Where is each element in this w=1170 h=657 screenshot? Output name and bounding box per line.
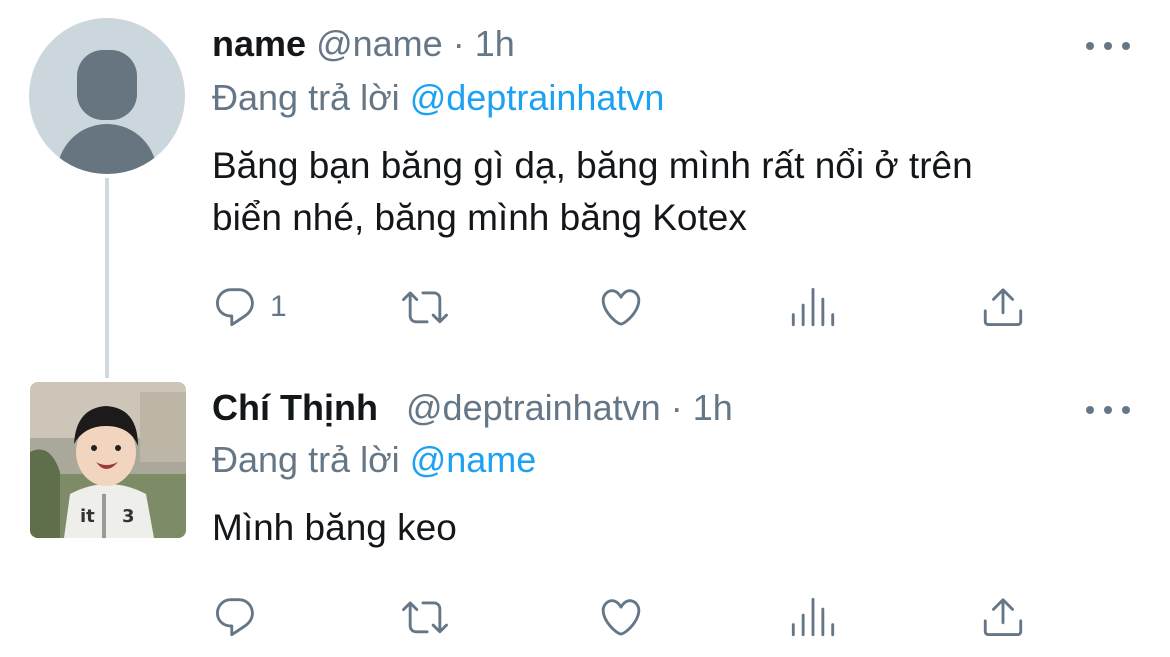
- avatar-head-shape: [77, 50, 137, 120]
- timestamp[interactable]: 1h: [693, 387, 733, 428]
- display-name[interactable]: Chí Thịnh: [212, 387, 378, 428]
- reply-icon: [216, 288, 254, 327]
- retweet-icon: [402, 291, 448, 324]
- replying-to-label: Đang trả lời: [212, 439, 400, 480]
- user-handle[interactable]: @name: [316, 23, 443, 64]
- like-button[interactable]: [598, 592, 644, 642]
- like-icon: [601, 289, 641, 326]
- display-name[interactable]: name: [212, 23, 306, 64]
- analytics-icon: [791, 597, 835, 637]
- reply-button[interactable]: 1: [212, 282, 287, 332]
- like-icon: [601, 599, 641, 636]
- reply-icon: [216, 598, 254, 637]
- tweet-actions: [212, 592, 1112, 642]
- share-button[interactable]: [980, 282, 1026, 332]
- child-photo-illustration: it 3: [30, 382, 186, 538]
- reply-count: 1: [270, 290, 287, 323]
- avatar-body-shape: [57, 124, 157, 174]
- more-icon[interactable]: [1086, 398, 1130, 422]
- share-button[interactable]: [980, 592, 1026, 642]
- timestamp[interactable]: 1h: [475, 23, 515, 64]
- separator-dot: ·: [670, 387, 683, 428]
- user-handle[interactable]: @deptrainhatvn: [406, 387, 661, 428]
- tweet-text-line: biển nhé, băng mình băng Kotex: [212, 197, 747, 238]
- retweet-button[interactable]: [402, 282, 448, 332]
- retweet-button[interactable]: [402, 592, 448, 642]
- reply-mention-link[interactable]: @deptrainhatvn: [410, 77, 665, 118]
- more-icon[interactable]: [1086, 34, 1130, 58]
- tweet-text: Mình băng keo: [212, 502, 1142, 554]
- tweet-text-line: Băng bạn băng gì dạ, băng mình rất nổi ở…: [212, 145, 973, 186]
- replying-to: Đang trả lời @name: [212, 438, 536, 482]
- share-icon: [983, 598, 1023, 637]
- reply-button[interactable]: [212, 592, 258, 642]
- tweet[interactable]: it 3 Chí Thịnh @deptrainhatvn · 1h Đang …: [0, 370, 1170, 657]
- separator-dot: ·: [452, 23, 465, 64]
- default-avatar-icon[interactable]: [29, 18, 185, 174]
- share-icon: [983, 288, 1023, 327]
- reply-mention-link[interactable]: @name: [410, 439, 537, 480]
- tweet-thread: name @name · 1h Đang trả lời @deptrainha…: [0, 0, 1170, 657]
- like-button[interactable]: [598, 282, 644, 332]
- tweet-header: name @name · 1h: [212, 22, 515, 66]
- analytics-icon: [791, 287, 835, 327]
- analytics-button[interactable]: [790, 592, 836, 642]
- analytics-button[interactable]: [790, 282, 836, 332]
- retweet-icon: [402, 601, 448, 634]
- tweet-text-line: Mình băng keo: [212, 507, 457, 548]
- tweet[interactable]: name @name · 1h Đang trả lời @deptrainha…: [0, 0, 1170, 370]
- svg-text:it: it: [80, 506, 95, 527]
- tweet-text: Băng bạn băng gì dạ, băng mình rất nổi ở…: [212, 140, 1142, 244]
- replying-to-label: Đang trả lời: [212, 77, 400, 118]
- replying-to: Đang trả lời @deptrainhatvn: [212, 76, 664, 120]
- svg-text:3: 3: [122, 506, 135, 527]
- tweet-actions: 1: [212, 282, 1112, 332]
- profile-photo[interactable]: it 3: [30, 382, 186, 538]
- tweet-header: Chí Thịnh @deptrainhatvn · 1h: [212, 386, 733, 430]
